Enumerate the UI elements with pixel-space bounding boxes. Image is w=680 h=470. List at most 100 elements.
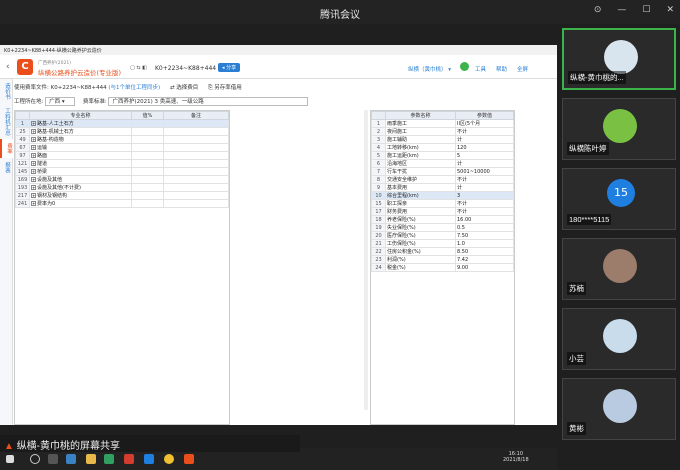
table-row[interactable]: 169 + 设施及其他 bbox=[15, 175, 229, 184]
side-tab-reports[interactable]: 报表 bbox=[0, 158, 14, 177]
table-row[interactable]: 24 税金(%) 9.00 bbox=[371, 263, 514, 272]
user-menu[interactable]: 纵横（黄巾桃） ▾ bbox=[408, 65, 451, 73]
table-row[interactable]: 145 + 桥梁 bbox=[15, 167, 229, 176]
expand-icon[interactable]: + bbox=[31, 201, 36, 206]
table-row[interactable]: 241 + 费率为0 bbox=[15, 199, 229, 208]
fullscreen-button[interactable]: 全屏 bbox=[517, 65, 528, 73]
table-row[interactable]: 1 + 路基-人工土石方 bbox=[15, 119, 229, 128]
select-fee-button[interactable]: ⇄ 选择费目 bbox=[170, 85, 198, 91]
pin-icon[interactable]: ⊙ bbox=[594, 5, 602, 15]
param-value[interactable]: 计 bbox=[455, 159, 514, 168]
save-as-button[interactable]: ⎘ 另存率借用 bbox=[208, 85, 242, 91]
param-value[interactable]: 5 bbox=[455, 151, 514, 160]
maximize-icon[interactable]: ☐ bbox=[642, 5, 650, 15]
table-row[interactable]: 9 基本费用计 bbox=[371, 183, 514, 192]
table-row[interactable]: 20 医疗保险(%) 7.50 bbox=[371, 231, 514, 240]
help-menu[interactable]: 帮助 bbox=[496, 65, 507, 73]
participant-tile[interactable]: 纵横陈叶婷 bbox=[562, 98, 676, 160]
chrome-icon[interactable] bbox=[164, 454, 174, 464]
table-row[interactable]: 4 工地转移(km) 120 bbox=[371, 143, 514, 152]
region-select[interactable]: 广西 ▾ bbox=[45, 97, 76, 106]
tools-menu[interactable]: 工具 bbox=[475, 65, 486, 73]
table-row[interactable]: 25 + 路基-机械土石方 bbox=[15, 127, 229, 136]
side-tab-cost-book[interactable]: 造价书 bbox=[0, 79, 14, 104]
table-row[interactable]: 1 雨季施工 II区(5个月 bbox=[371, 119, 514, 128]
param-value[interactable]: 不计 bbox=[455, 199, 514, 208]
table-row[interactable]: 7 行车干扰 5001~10000 bbox=[371, 167, 514, 176]
table-row[interactable]: 3 施工辅助计 bbox=[371, 135, 514, 144]
param-value[interactable]: 7.42 bbox=[455, 255, 514, 264]
table-row[interactable]: 22 住房公积金(%) 8.50 bbox=[371, 247, 514, 256]
tencent-meeting-icon[interactable] bbox=[144, 454, 154, 464]
param-value[interactable]: 0.5 bbox=[455, 223, 514, 232]
table-row[interactable]: 67 + 运输 bbox=[15, 143, 229, 152]
wps-icon[interactable] bbox=[124, 454, 134, 464]
minimize-icon[interactable]: — bbox=[617, 5, 626, 15]
participant-tile[interactable]: 小芸 bbox=[562, 308, 676, 370]
table-row[interactable]: 121 + 隧道 bbox=[15, 159, 229, 168]
table-row[interactable]: 217 + 钢材及钢结构 bbox=[15, 191, 229, 200]
folder-icon[interactable] bbox=[86, 454, 96, 464]
header-icons[interactable]: ▢ ⇆ ◧ bbox=[130, 65, 147, 71]
expand-icon[interactable]: + bbox=[31, 177, 36, 182]
param-value[interactable]: 不计 bbox=[455, 207, 514, 216]
table-row[interactable]: 17 财务费用 不计 bbox=[371, 207, 514, 216]
share-button[interactable]: ◂ 分享 bbox=[218, 63, 241, 72]
taskbar-clock[interactable]: 16:10 2021/8/18 bbox=[503, 451, 529, 463]
table-row[interactable]: 193 + 设施及其他(不计费) bbox=[15, 183, 229, 192]
param-name: 雨季施工 bbox=[385, 119, 456, 128]
expand-icon[interactable]: + bbox=[31, 193, 36, 198]
expand-icon[interactable]: + bbox=[31, 161, 36, 166]
expand-icon[interactable]: + bbox=[31, 145, 36, 150]
expand-icon[interactable]: + bbox=[31, 185, 36, 190]
expand-icon[interactable]: + bbox=[31, 169, 36, 174]
table-row[interactable]: 10 综合里程(km) 3 bbox=[371, 191, 514, 200]
sync-link[interactable]: (与1个单位工程同步) bbox=[108, 85, 160, 91]
standard-select[interactable]: 广西养护(2021) 3 类高速、一级公路 bbox=[108, 97, 309, 106]
param-value[interactable]: 120 bbox=[455, 143, 514, 152]
table-row[interactable]: 49 + 路基-构造物 bbox=[15, 135, 229, 144]
param-value[interactable]: 8.50 bbox=[455, 247, 514, 256]
param-value[interactable]: 16.00 bbox=[455, 215, 514, 224]
expand-icon[interactable]: + bbox=[31, 137, 36, 142]
table-row[interactable]: 21 工伤保险(%) 1.0 bbox=[371, 239, 514, 248]
param-value[interactable]: 计 bbox=[455, 135, 514, 144]
param-value[interactable]: 计 bbox=[455, 183, 514, 192]
param-value[interactable]: 5001~10000 bbox=[455, 167, 514, 176]
participant-tile[interactable]: 15 180****5115 bbox=[562, 168, 676, 230]
table-row[interactable]: 23 利润(%) 7.42 bbox=[371, 255, 514, 264]
windows-start-icon[interactable] bbox=[6, 455, 14, 463]
side-tab-materials[interactable]: 工料机汇总 bbox=[0, 104, 14, 140]
close-icon[interactable]: ✕ bbox=[666, 5, 674, 15]
param-value[interactable]: 9.00 bbox=[455, 263, 514, 272]
participant-tile[interactable]: 苏楠 bbox=[562, 238, 676, 300]
participant-tile[interactable]: 黄彬 bbox=[562, 378, 676, 440]
table-row[interactable]: 6 沿海地区计 bbox=[371, 159, 514, 168]
table-row[interactable]: 18 养老保险(%) 16.00 bbox=[371, 215, 514, 224]
param-value[interactable]: 不计 bbox=[455, 127, 514, 136]
search-icon[interactable] bbox=[30, 454, 40, 464]
participant-tile[interactable]: 纵横-黄巾桃的... bbox=[562, 28, 676, 90]
table-row[interactable]: 2 夜间施工 不计 bbox=[371, 127, 514, 136]
expand-icon[interactable]: + bbox=[31, 129, 36, 134]
param-value[interactable]: 3 bbox=[455, 191, 514, 200]
expand-icon[interactable]: + bbox=[31, 121, 36, 126]
param-value[interactable]: II区(5个月 bbox=[455, 119, 514, 128]
table-row[interactable]: 15 职工探亲 不计 bbox=[371, 199, 514, 208]
table-row[interactable]: 19 失业保险(%) 0.5 bbox=[371, 223, 514, 232]
back-icon[interactable]: ‹ bbox=[6, 62, 10, 72]
expand-icon[interactable]: + bbox=[31, 153, 36, 158]
param-value[interactable]: 1.0 bbox=[455, 239, 514, 248]
table-row[interactable]: 8 交通安全维护 不计 bbox=[371, 175, 514, 184]
table-row[interactable]: 5 施工运距(km) 5 bbox=[371, 151, 514, 160]
edge-icon[interactable] bbox=[66, 454, 76, 464]
zongheng-icon[interactable] bbox=[184, 454, 194, 464]
app-icon[interactable] bbox=[104, 454, 114, 464]
param-value[interactable]: 不计 bbox=[455, 175, 514, 184]
task-view-icon[interactable] bbox=[48, 454, 58, 464]
row-index: 49 bbox=[15, 135, 30, 144]
param-value[interactable]: 7.50 bbox=[455, 231, 514, 240]
param-name: 工伤保险(%) bbox=[385, 239, 456, 248]
table-row[interactable]: 97 + 路面 bbox=[15, 151, 229, 160]
scrollbar[interactable] bbox=[364, 110, 368, 410]
